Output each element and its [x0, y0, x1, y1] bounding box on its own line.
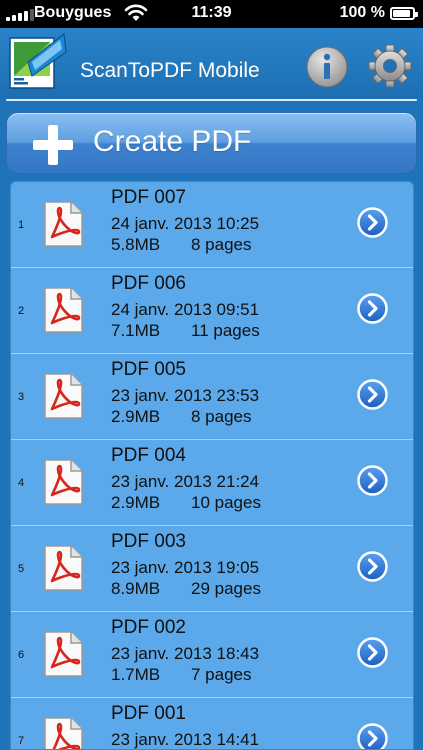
header-divider [6, 99, 417, 101]
pdf-date: 23 janv. 2013 19:05 [111, 558, 260, 577]
chevron-right-icon[interactable] [357, 723, 388, 750]
pdf-list-item[interactable]: 2 PDF 006 24 janv. 2013 09:51 7.1MB 11 p… [11, 268, 413, 354]
pdf-name: PDF 001 [111, 703, 186, 724]
pdf-date: 23 janv. 2013 18:43 [111, 644, 260, 663]
info-icon[interactable] [305, 45, 349, 89]
pdf-size: 2.9MB [111, 407, 161, 426]
pdf-file-icon [44, 717, 83, 749]
pdf-pages: 8 pages [191, 235, 252, 254]
pdf-list-item[interactable]: 3 PDF 005 23 janv. 2013 23:53 2.9MB 8 pa… [11, 354, 413, 440]
battery-icon [390, 7, 418, 20]
pdf-name: PDF 005 [111, 359, 186, 380]
chevron-right-icon[interactable] [357, 293, 388, 324]
pdf-date: 23 janv. 2013 23:53 [111, 386, 260, 405]
chevron-right-icon[interactable] [357, 465, 388, 496]
pdf-date: 24 janv. 2013 10:25 [111, 214, 260, 233]
pdf-pages: 10 pages [191, 493, 261, 512]
chevron-right-icon[interactable] [357, 637, 388, 668]
item-index: 3 [18, 391, 25, 403]
pdf-name: PDF 004 [111, 445, 186, 466]
pdf-file-icon [44, 201, 83, 247]
pdf-file-icon [44, 631, 83, 677]
app-logo-icon [9, 33, 67, 89]
item-index: 7 [18, 735, 25, 747]
battery-percentage: 100 % [339, 4, 385, 21]
item-index: 2 [18, 305, 25, 317]
create-pdf-button[interactable]: Create PDF [6, 112, 417, 174]
pdf-date: 24 janv. 2013 09:51 [111, 300, 260, 319]
pdf-pages: 11 pages [191, 321, 260, 340]
status-bar: Bouygues 11:39 100 % [0, 0, 423, 28]
pdf-name: PDF 006 [111, 273, 186, 294]
create-pdf-label: Create PDF [93, 125, 252, 158]
pdf-rows: 1 PDF 007 24 janv. 2013 10:25 5.8MB 8 pa… [11, 182, 413, 750]
pdf-file-icon [44, 459, 83, 505]
item-index: 5 [18, 563, 25, 575]
pdf-size: 2.9MB [111, 493, 161, 512]
pdf-list-item[interactable]: 5 PDF 003 23 janv. 2013 19:05 8.9MB 29 p… [11, 526, 413, 612]
item-index: 4 [18, 477, 25, 489]
pdf-list-item[interactable]: 6 PDF 002 23 janv. 2013 18:43 1.7MB 7 pa… [11, 612, 413, 698]
pdf-size: 8.9MB [111, 579, 161, 598]
pdf-size: 1.7MB [111, 665, 161, 684]
item-index: 6 [18, 649, 25, 661]
pdf-file-icon [44, 545, 83, 591]
pdf-list-item[interactable]: 4 PDF 004 23 janv. 2013 21:24 2.9MB 10 p… [11, 440, 413, 526]
pdf-name: PDF 003 [111, 531, 186, 552]
pdf-list-item[interactable]: 1 PDF 007 24 janv. 2013 10:25 5.8MB 8 pa… [11, 182, 413, 268]
pdf-name: PDF 007 [111, 187, 186, 208]
item-index: 1 [18, 219, 25, 231]
pdf-file-icon [44, 287, 83, 333]
pdf-date: 23 janv. 2013 21:24 [111, 472, 260, 491]
pdf-size: 7.1MB [111, 321, 161, 340]
app-header: ScanToPDF Mobile [0, 28, 423, 98]
pdf-list-item[interactable]: 7 PDF 001 23 janv. 2013 14:41 [11, 698, 413, 750]
pdf-size: 5.8MB [111, 235, 161, 254]
pdf-file-icon [44, 373, 83, 419]
settings-gear-icon[interactable] [366, 42, 414, 90]
chevron-right-icon[interactable] [357, 207, 388, 238]
pdf-pages: 29 pages [191, 579, 261, 598]
pdf-pages: 8 pages [191, 407, 252, 426]
chevron-right-icon[interactable] [357, 379, 388, 410]
pdf-name: PDF 002 [111, 617, 186, 638]
chevron-right-icon[interactable] [357, 551, 388, 582]
pdf-date: 23 janv. 2013 14:41 [111, 730, 260, 749]
pdf-list[interactable]: 1 PDF 007 24 janv. 2013 10:25 5.8MB 8 pa… [10, 181, 414, 750]
plus-icon [33, 125, 73, 165]
pdf-pages: 7 pages [191, 665, 252, 684]
app-title: ScanToPDF Mobile [80, 59, 260, 82]
